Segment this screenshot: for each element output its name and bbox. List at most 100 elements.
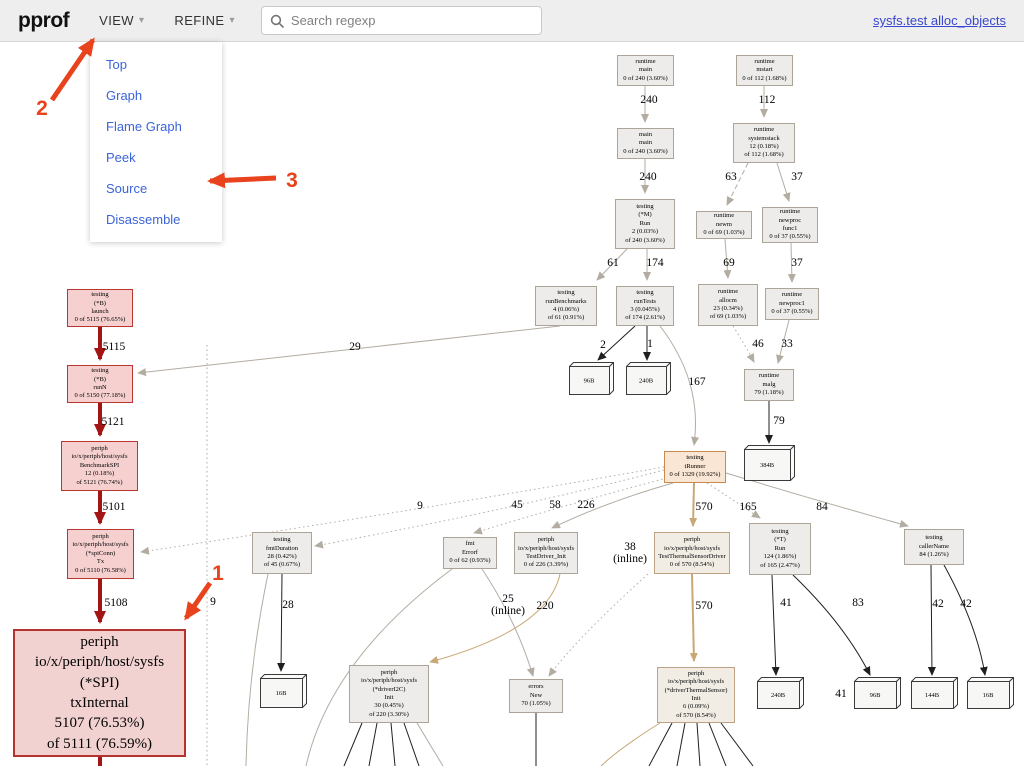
graph-edge bbox=[931, 565, 932, 675]
graph-node-runtime-allocm[interactable]: runtimeallocm23 (0.34%)of 69 (1.03%) bbox=[698, 284, 758, 326]
menu-item-graph[interactable]: Graph bbox=[90, 80, 222, 111]
graph-edge bbox=[649, 723, 672, 766]
node-line: 5107 (76.53%) bbox=[15, 713, 184, 733]
graph-node-runtime-malg[interactable]: runtimemalg79 (1.18%) bbox=[744, 369, 794, 401]
node-line: runtime bbox=[697, 212, 751, 220]
node-line: periph bbox=[62, 445, 137, 453]
menu-item-disassemble[interactable]: Disassemble bbox=[90, 204, 222, 235]
graph-node-runtime-newproc1[interactable]: runtimenewproc10 of 37 (0.55%) bbox=[765, 288, 819, 320]
node-line: io/x/periph/host/sysfs bbox=[655, 545, 729, 553]
node-line: 2 (0.03%) bbox=[616, 228, 674, 236]
graph-node-runtime-newm[interactable]: runtimenewm0 of 69 (1.03%) bbox=[696, 211, 752, 239]
graph-edge bbox=[549, 574, 648, 676]
node-line: testing bbox=[536, 289, 596, 297]
graph-node-testing-b-launch[interactable]: testing(*B)launch0 of 5115 (76.65%) bbox=[67, 289, 133, 327]
node-line: runTests bbox=[617, 298, 673, 306]
node-line: 30 (0.45%) bbox=[350, 702, 428, 710]
graph-node-testing-m-run[interactable]: testing(*M)Run2 (0.03%)of 240 (3.60%) bbox=[615, 199, 675, 249]
edge-label: 25 (inline) bbox=[491, 593, 525, 617]
node-line: Init bbox=[658, 695, 734, 703]
graph-node-testing-b-runn[interactable]: testing(*B)runN0 of 5150 (77.18%) bbox=[67, 365, 133, 403]
view-dropdown: Top Graph Flame Graph Peek Source Disass… bbox=[90, 42, 222, 242]
node-line: Tx bbox=[68, 558, 133, 566]
chevron-down-icon: ▾ bbox=[139, 15, 144, 26]
top-bar: pprof VIEW ▾ REFINE ▾ sysfs.test alloc_o… bbox=[0, 0, 1024, 42]
graph-node-runtime-systemstack[interactable]: runtimesystemstack12 (0.18%)of 112 (1.68… bbox=[733, 123, 795, 163]
graph-node-runtime-main[interactable]: runtimemain0 of 240 (3.60%) bbox=[617, 55, 674, 86]
view-menu-button[interactable]: VIEW ▾ bbox=[99, 13, 144, 28]
graph-node-testing-t-run[interactable]: testing(*T)Run124 (1.86%)of 165 (2.47%) bbox=[749, 523, 811, 575]
graph-node-periph-spi-txinternal[interactable]: periphio/x/periph/host/sysfs(*SPI)txInte… bbox=[13, 629, 186, 757]
edge-label: 2 bbox=[600, 339, 606, 351]
graph-edge bbox=[430, 574, 560, 662]
graph-node-periph-testthermalsensordriver[interactable]: periphio/x/periph/host/sysfsTestThermalS… bbox=[654, 532, 730, 574]
node-line: periph bbox=[350, 669, 428, 677]
menu-item-flame-graph[interactable]: Flame Graph bbox=[90, 111, 222, 142]
node-line: of 174 (2.61%) bbox=[617, 314, 673, 322]
edge-label: 5121 bbox=[102, 416, 125, 428]
refine-menu-button[interactable]: REFINE ▾ bbox=[174, 13, 235, 28]
graph-node-fmt-errorf[interactable]: fmtErrorf0 of 62 (0.93%) bbox=[443, 537, 497, 569]
node-line: (*B) bbox=[68, 300, 132, 308]
edge-label: 240 bbox=[640, 94, 657, 106]
menu-item-peek[interactable]: Peek bbox=[90, 142, 222, 173]
graph-node-testing-runbenchmarks[interactable]: testingrunBenchmarks4 (0.06%)of 61 (0.91… bbox=[535, 286, 597, 326]
edge-label: 174 bbox=[646, 257, 663, 269]
annotation-number-2: 2 bbox=[36, 97, 48, 121]
memory-node-mem-144b[interactable]: 144B bbox=[911, 677, 958, 709]
graph-edge bbox=[772, 575, 776, 675]
edge-label: 37 bbox=[791, 257, 803, 269]
node-line: 124 (1.86%) bbox=[750, 553, 810, 561]
graph-node-periph-driveri2c-init[interactable]: periphio/x/periph/host/sysfs(*driverI2C)… bbox=[349, 665, 429, 723]
node-line: runtime bbox=[763, 208, 817, 216]
search-input[interactable] bbox=[291, 13, 533, 28]
graph-node-periph-driverthermalsensor-init[interactable]: periphio/x/periph/host/sysfs(*driverTher… bbox=[657, 667, 735, 723]
graph-node-periph-benchmarkspi[interactable]: periphio/x/periph/host/sysfsBenchmarkSPI… bbox=[61, 441, 138, 491]
node-line: fmt bbox=[444, 540, 496, 548]
graph-edge bbox=[697, 723, 700, 766]
node-line: of 61 (0.91%) bbox=[536, 314, 596, 322]
memory-node-mem-16b-a[interactable]: 16B bbox=[260, 674, 307, 708]
profile-link[interactable]: sysfs.test alloc_objects bbox=[873, 13, 1006, 28]
graph-node-testing-runtests[interactable]: testingrunTests3 (0.045%)of 174 (2.61%) bbox=[616, 286, 674, 326]
node-line: periph bbox=[515, 536, 577, 544]
graph-node-runtime-mstart[interactable]: runtimemstart0 of 112 (1.68%) bbox=[736, 55, 793, 86]
node-line: testing bbox=[750, 528, 810, 536]
graph-node-main-main[interactable]: mainmain0 of 240 (3.60%) bbox=[617, 128, 674, 159]
edge-label: 37 bbox=[791, 171, 803, 183]
memory-node-mem-240b-b[interactable]: 240B bbox=[757, 677, 804, 709]
pprof-logo: pprof bbox=[18, 9, 69, 33]
edge-label: 165 bbox=[739, 501, 756, 513]
edge-label: 79 bbox=[773, 415, 785, 427]
graph-node-errors-new[interactable]: errorsNew70 (1.05%) bbox=[509, 679, 563, 713]
memory-node-mem-96b-b[interactable]: 96B bbox=[854, 677, 901, 709]
graph-node-periph-testdriver-init[interactable]: periphio/x/periph/host/sysfsTestDriver_I… bbox=[514, 532, 578, 574]
graph-node-testing-callername[interactable]: testingcallerName84 (1.26%) bbox=[904, 529, 964, 565]
memory-node-mem-96b-a[interactable]: 96B bbox=[569, 362, 614, 395]
node-line: BenchmarkSPI bbox=[62, 462, 137, 470]
graph-edge bbox=[692, 574, 694, 661]
node-line: func1 bbox=[763, 225, 817, 233]
edge-label: 84 bbox=[816, 501, 828, 513]
graph-node-runtime-newproc-func1[interactable]: runtimenewprocfunc10 of 37 (0.55%) bbox=[762, 207, 818, 243]
graph-edge bbox=[693, 483, 694, 526]
node-line: of 165 (2.47%) bbox=[750, 562, 810, 570]
svg-text:16B: 16B bbox=[276, 690, 288, 697]
svg-text:384B: 384B bbox=[760, 462, 775, 469]
node-line: testing bbox=[68, 291, 132, 299]
graph-node-testing-fmtduration[interactable]: testingfmtDuration28 (0.42%)of 45 (0.67%… bbox=[252, 532, 312, 574]
menu-item-source[interactable]: Source bbox=[90, 173, 222, 204]
memory-node-mem-384b[interactable]: 384B bbox=[744, 445, 795, 481]
graph-edge bbox=[474, 478, 667, 533]
memory-node-mem-240b-a[interactable]: 240B bbox=[626, 362, 671, 395]
search-box[interactable] bbox=[261, 6, 542, 35]
graph-node-periph-spiconn-tx[interactable]: periphio/x/periph/host/sysfs(*spiConn)Tx… bbox=[67, 529, 134, 579]
graph-node-testing-trunner[interactable]: testingtRunner0 of 1329 (19.92%) bbox=[664, 451, 726, 483]
node-line: (*B) bbox=[68, 376, 132, 384]
node-line: of 220 (3.30%) bbox=[350, 711, 428, 719]
menu-item-top[interactable]: Top bbox=[90, 49, 222, 80]
memory-node-mem-16b-b[interactable]: 16B bbox=[967, 677, 1014, 709]
node-line: TestThermalSensorDriver bbox=[655, 553, 729, 561]
chevron-down-icon: ▾ bbox=[229, 15, 234, 26]
node-line: Errorf bbox=[444, 549, 496, 557]
